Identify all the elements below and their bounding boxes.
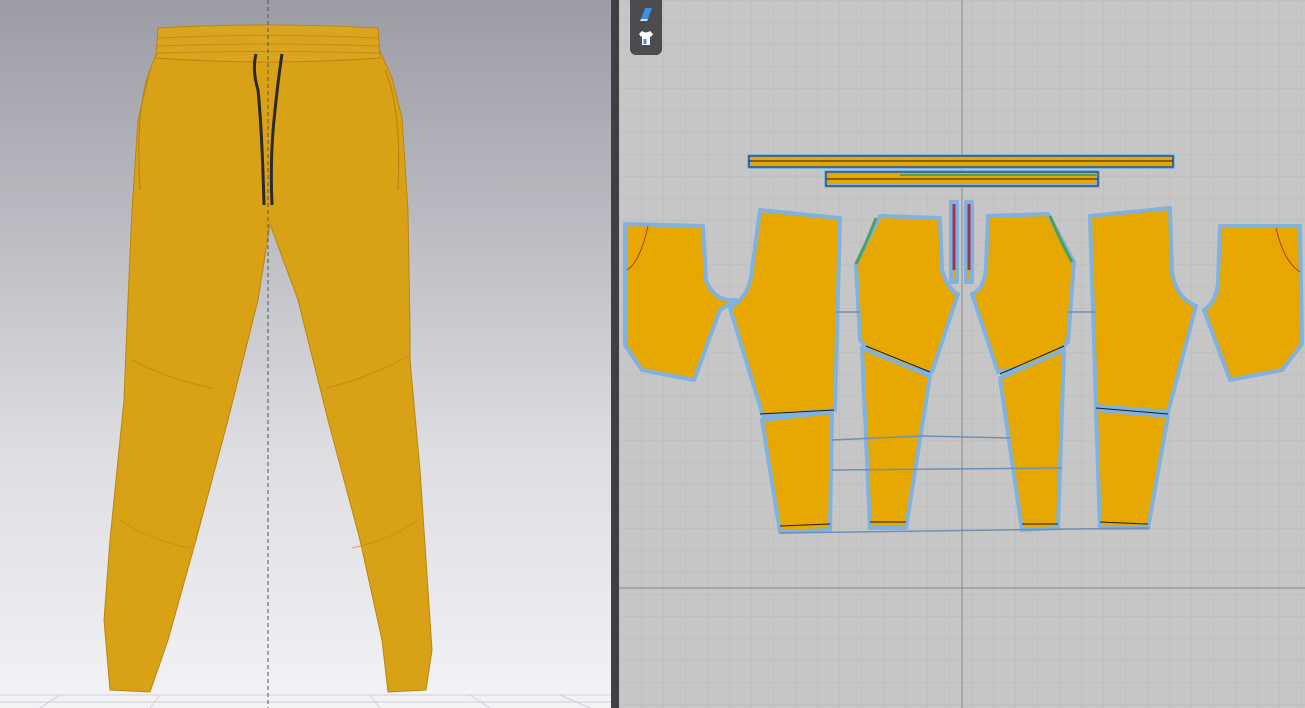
fabric-tool-icon[interactable]	[634, 2, 658, 26]
view-toolbar	[630, 0, 662, 55]
view-splitter[interactable]	[611, 0, 619, 708]
avatar-3d-viewport[interactable]	[0, 0, 611, 708]
garment-tool-icon[interactable]	[634, 26, 658, 50]
pattern-2d-viewport[interactable]	[619, 0, 1305, 708]
floor-grid	[0, 694, 611, 708]
